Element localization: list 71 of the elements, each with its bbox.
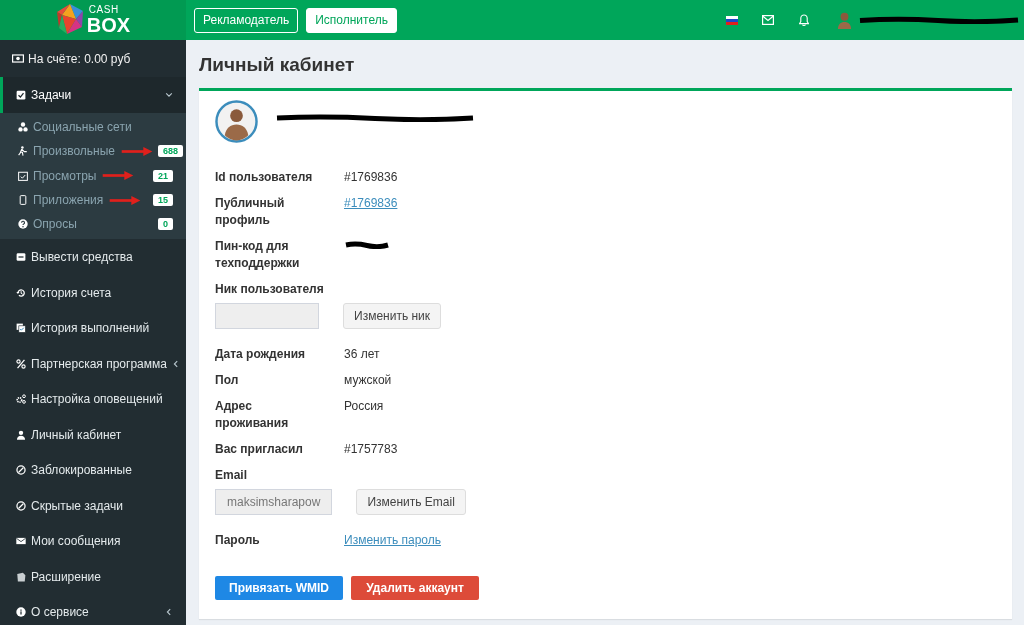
field-value: Россия — [344, 398, 384, 415]
sidebar-item[interactable]: История счета — [0, 275, 186, 311]
field-label: Адрес проживания — [215, 398, 290, 432]
sidebar-item[interactable]: О сервисе — [0, 594, 186, 625]
question-icon — [18, 219, 28, 230]
field-label: Ник пользователя — [215, 281, 324, 298]
change-button[interactable]: Изменить ник — [343, 303, 442, 329]
info-icon — [16, 607, 26, 618]
count-badge: 21 — [153, 169, 173, 182]
field-label: Email — [215, 467, 247, 484]
flag-icon[interactable] — [726, 15, 738, 25]
balance-text: На счёте: 0.00 руб — [28, 51, 131, 66]
sidebar-item[interactable]: Задачи — [0, 77, 186, 113]
sidebar-item[interactable]: История выполнений — [0, 310, 186, 346]
envelope-icon — [16, 536, 26, 547]
field-label: Пароль — [215, 532, 261, 549]
copy-check-icon — [16, 323, 26, 334]
submenu-item[interactable]: Опросы 0 — [0, 212, 186, 237]
sidebar-item[interactable]: Мои сообщения — [0, 523, 186, 559]
user-icon — [16, 429, 26, 440]
count-badge: 0 — [158, 218, 173, 231]
sidebar-item[interactable]: Расширение — [0, 559, 186, 595]
profile-link[interactable]: #1769836 — [344, 195, 398, 212]
field-label: Дата рождения — [215, 346, 307, 363]
ban-icon — [16, 465, 26, 476]
field-label: Пол — [215, 372, 240, 389]
count-badge: 688 — [158, 145, 184, 158]
field-label: Вас пригласил — [215, 441, 304, 458]
running-person-icon — [18, 146, 28, 157]
profile-link[interactable]: Изменить пароль — [344, 532, 441, 549]
sidebar-item[interactable]: Партнерская программа — [0, 346, 186, 382]
field-label: Публичный профиль — [215, 195, 286, 229]
percent-icon — [16, 358, 26, 369]
mail-icon[interactable] — [762, 15, 774, 25]
phone-icon — [18, 195, 28, 206]
field-value: #1757783 — [344, 441, 398, 458]
checkbox-icon — [16, 90, 26, 100]
count-badge: 15 — [153, 194, 173, 207]
field-value: #1769836 — [344, 169, 398, 186]
minus-square-icon — [16, 252, 26, 263]
submenu-item[interactable]: Приложения 15 — [0, 187, 186, 213]
submenu-item[interactable]: Социальные сети — [0, 115, 186, 140]
field-value: мужской — [344, 372, 392, 389]
delete-button[interactable]: Удалить аккаунт — [351, 576, 479, 600]
three-circles-icon — [18, 122, 28, 133]
change-button[interactable]: Изменить Email — [356, 489, 466, 515]
page-title: Личный кабинет — [199, 53, 356, 77]
avatar-icon — [837, 11, 852, 29]
submenu-item[interactable]: Просмотры 21 — [0, 163, 186, 188]
calendar-check-icon — [18, 170, 28, 181]
cube-logo-icon — [55, 3, 84, 37]
sidebar-item[interactable]: Настройка оповещений — [0, 381, 186, 417]
banknote-icon — [12, 54, 24, 63]
link-button[interactable]: Привязать WMID — [215, 576, 343, 600]
field-value: 36 лет — [344, 346, 380, 363]
avatar-icon — [215, 100, 258, 143]
logo-text: BOX — [86, 15, 131, 35]
submenu-item[interactable]: Произвольные 688 — [0, 139, 186, 164]
sidebar-item[interactable]: Вывести средства — [0, 239, 186, 275]
gears-icon — [16, 394, 26, 405]
field-label: Пин-код для техподдержки — [215, 238, 301, 272]
ban-icon — [16, 500, 26, 511]
sidebar-item[interactable]: Скрытые задачи — [0, 488, 186, 524]
sidebar-item[interactable]: Личный кабинет — [0, 417, 186, 453]
logo-text: CASH — [88, 5, 120, 15]
history-icon — [16, 287, 26, 298]
bell-icon[interactable] — [799, 14, 809, 26]
sheet-icon — [16, 571, 26, 582]
sidebar-item[interactable]: Заблокированные — [0, 452, 186, 488]
redaction-mark — [344, 241, 390, 249]
field-label: Id пользователя — [215, 169, 314, 186]
